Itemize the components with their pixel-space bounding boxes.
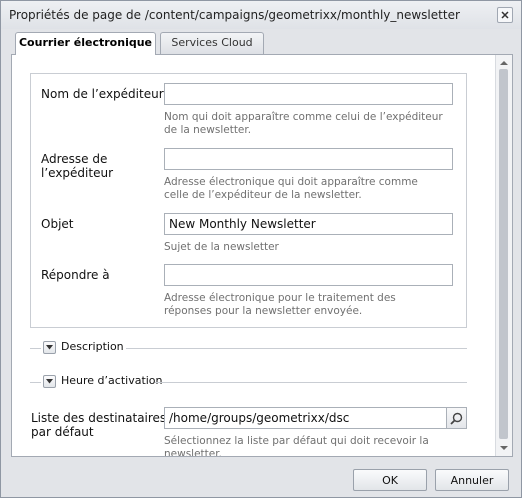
- recipients-label-line2: par défaut: [31, 425, 94, 439]
- reply-to-help: Adresse électronique pour le traitement …: [164, 292, 396, 317]
- close-button[interactable]: [497, 7, 513, 23]
- scroll-up-icon[interactable]: [500, 60, 508, 66]
- description-divider-right: [126, 348, 467, 349]
- activation-time-section-label[interactable]: Heure d’activation: [61, 374, 166, 387]
- dialog-titlebar[interactable]: Propriétés de page de /content/campaigns…: [1, 1, 521, 29]
- sender-address-label-line1: Adresse de: [41, 152, 108, 166]
- subject-input[interactable]: [164, 213, 453, 235]
- sender-name-help: Nom qui doit apparaître comme celui de l…: [164, 111, 443, 136]
- description-toggle[interactable]: [43, 341, 56, 354]
- page-properties-dialog: Propriétés de page de /content/campaigns…: [0, 0, 522, 498]
- chevron-down-icon: [46, 345, 53, 350]
- description-section: Description: [30, 340, 467, 355]
- dialog-title: Propriétés de page de /content/campaigns…: [9, 8, 460, 22]
- recipients-list-input[interactable]: [164, 407, 447, 429]
- sender-address-label-line2: l’expéditeur: [41, 166, 113, 180]
- activation-divider-right: [155, 382, 467, 383]
- activation-time-toggle[interactable]: [43, 375, 56, 388]
- reply-to-input[interactable]: [164, 264, 453, 286]
- chevron-down-icon: [46, 379, 53, 384]
- search-icon: [450, 412, 463, 425]
- tab-email[interactable]: Courrier électronique: [15, 32, 156, 55]
- activation-divider-left: [30, 382, 41, 383]
- tab-panel: Nom de l’expéditeur Nom qui doit apparaî…: [11, 54, 513, 457]
- main-fieldset: Nom de l’expéditeur Nom qui doit apparaî…: [30, 73, 467, 328]
- description-section-label[interactable]: Description: [61, 340, 127, 353]
- sender-address-input[interactable]: [164, 148, 453, 170]
- recipients-label-line1: Liste des destinataires: [31, 411, 167, 425]
- cancel-button[interactable]: Annuler: [435, 469, 509, 491]
- scrollbar-thumb[interactable]: [499, 69, 508, 439]
- sender-address-help: Adresse électronique qui doit apparaître…: [164, 176, 418, 201]
- close-icon: [501, 11, 509, 19]
- sender-name-label: Nom de l’expéditeur: [41, 87, 164, 101]
- tab-cloud-services[interactable]: Services Cloud: [160, 32, 264, 54]
- description-divider-left: [30, 348, 41, 349]
- scroll-down-icon[interactable]: [500, 445, 508, 451]
- subject-help: Sujet de la newsletter: [164, 241, 279, 253]
- ok-button[interactable]: OK: [353, 469, 427, 491]
- activation-time-section: Heure d’activation: [30, 374, 467, 389]
- sender-name-input[interactable]: [164, 83, 453, 105]
- subject-label: Objet: [41, 217, 74, 231]
- vertical-scrollbar[interactable]: [495, 55, 512, 456]
- form-scroll-area: Nom de l’expéditeur Nom qui doit apparaî…: [12, 55, 496, 456]
- reply-to-label: Répondre à: [41, 268, 110, 282]
- recipients-help: Sélectionnez la liste par défaut qui doi…: [164, 435, 429, 456]
- recipients-browse-button[interactable]: [447, 407, 467, 429]
